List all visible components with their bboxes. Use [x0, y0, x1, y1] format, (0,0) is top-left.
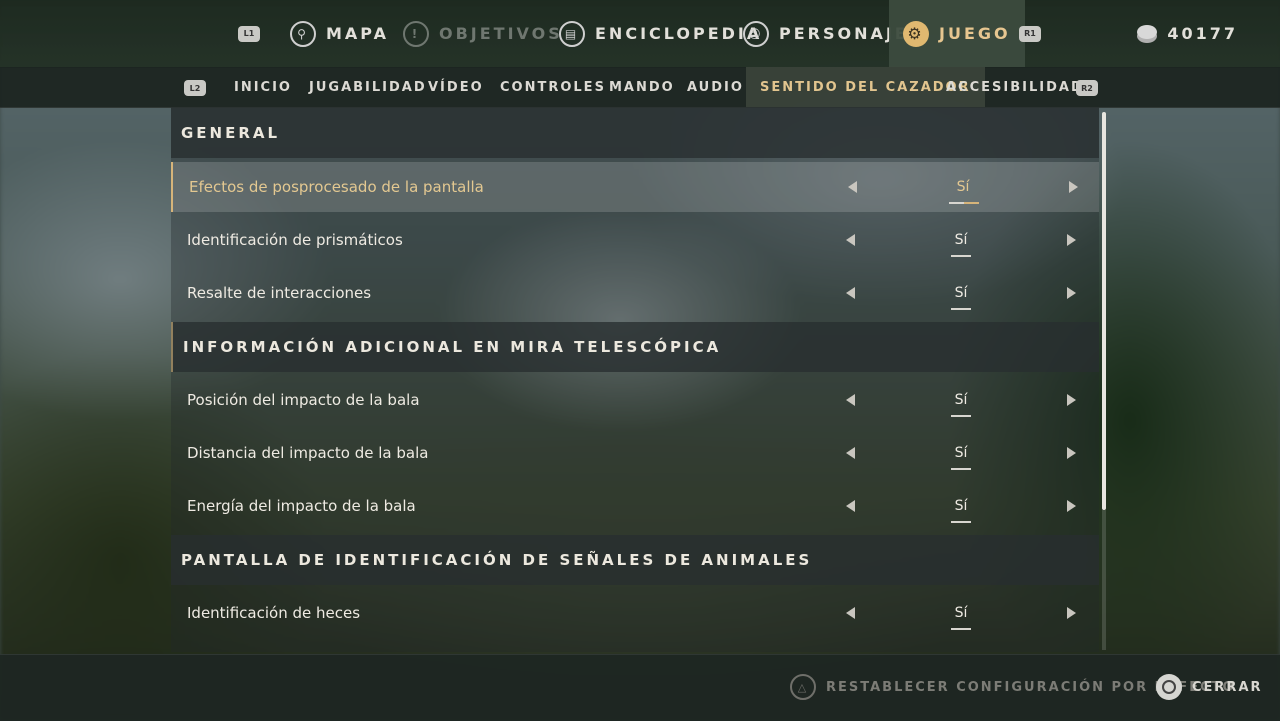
setting-value: Sí: [954, 232, 968, 248]
gear-icon: ⚙: [903, 20, 929, 47]
setting-value: Sí: [954, 445, 968, 461]
map-pin-icon: ⚲: [290, 20, 316, 47]
r1-trigger[interactable]: R1: [1019, 0, 1041, 67]
setting-label: Posición del impacto de la bala: [187, 391, 420, 409]
section-header-mira-telescopica: INFORMACIÓN ADICIONAL EN MIRA TELESCÓPIC…: [171, 322, 1099, 372]
l2-trigger[interactable]: L2: [184, 80, 206, 96]
arrow-right-icon[interactable]: [1067, 394, 1076, 406]
option-indicator: [951, 468, 971, 470]
option-indicator: [951, 255, 971, 257]
top-tab-label: MAPA: [326, 24, 389, 43]
setting-row-heces[interactable]: Identificación de heces Sí: [171, 588, 1099, 638]
arrow-right-icon[interactable]: [1067, 234, 1076, 246]
tab-video[interactable]: VÍDEO: [428, 67, 484, 107]
arrow-right-icon[interactable]: [1069, 181, 1078, 193]
option-indicator: [951, 628, 971, 630]
option-indicator: [951, 415, 971, 417]
arrow-left-icon[interactable]: [846, 394, 855, 406]
scrollbar-track[interactable]: [1102, 510, 1106, 650]
l1-trigger-label: L1: [238, 25, 260, 42]
currency-display: 40177: [1137, 0, 1238, 67]
top-tab-personaje[interactable]: ☺ PERSONAJE: [743, 0, 909, 67]
setting-label: Distancia del impacto de la bala: [187, 444, 429, 462]
tab-controles[interactable]: CONTROLES: [500, 67, 606, 107]
arrow-left-icon[interactable]: [846, 500, 855, 512]
top-tab-label: ENCICLOPEDIA: [595, 24, 763, 43]
arrow-left-icon[interactable]: [846, 287, 855, 299]
setting-label: Identificación de prismáticos: [187, 231, 403, 249]
setting-value: Sí: [954, 285, 968, 301]
setting-label: Identificación de heces: [187, 604, 361, 622]
setting-row-distancia-impacto[interactable]: Distancia del impacto de la bala Sí: [171, 428, 1099, 478]
setting-value: Sí: [954, 392, 968, 408]
exclamation-icon: !: [403, 20, 429, 47]
close-label: CERRAR: [1192, 679, 1263, 695]
arrow-left-icon[interactable]: [848, 181, 857, 193]
arrow-right-icon[interactable]: [1067, 447, 1076, 459]
option-indicator: [951, 308, 971, 310]
circle-button-icon: [1156, 674, 1182, 700]
person-icon: ☺: [743, 20, 769, 47]
scrollbar-thumb[interactable]: [1102, 112, 1106, 510]
setting-value: Sí: [956, 179, 970, 195]
section-header-general: GENERAL: [171, 108, 1099, 158]
r1-trigger-label: R1: [1019, 25, 1041, 42]
tab-inicio[interactable]: INICIO: [234, 67, 292, 107]
arrow-right-icon[interactable]: [1067, 287, 1076, 299]
setting-row-energia-impacto[interactable]: Energía del impacto de la bala Sí: [171, 481, 1099, 531]
book-icon: ▤: [559, 20, 585, 47]
coins-icon: [1137, 24, 1158, 39]
setting-value: Sí: [954, 498, 968, 514]
l1-trigger[interactable]: L1: [238, 0, 260, 67]
top-tab-mapa[interactable]: ⚲ MAPA: [290, 0, 389, 67]
arrow-right-icon[interactable]: [1067, 607, 1076, 619]
arrow-left-icon[interactable]: [846, 234, 855, 246]
option-indicator: [949, 202, 979, 204]
top-tab-enciclopedia[interactable]: ▤ ENCICLOPEDIA: [559, 0, 762, 67]
arrow-left-icon[interactable]: [846, 447, 855, 459]
r2-trigger[interactable]: R2: [1076, 80, 1098, 96]
tab-mando[interactable]: MANDO: [609, 67, 675, 107]
setting-row-prismaticos[interactable]: Identificación de prismáticos Sí: [171, 215, 1099, 265]
top-tab-objetivos[interactable]: ! OBJETIVOS: [403, 0, 563, 67]
currency-amount: 40177: [1167, 24, 1238, 43]
setting-row-posicion-impacto[interactable]: Posición del impacto de la bala Sí: [171, 375, 1099, 425]
top-tab-label: OBJETIVOS: [439, 24, 563, 43]
close-button[interactable]: CERRAR: [1156, 654, 1263, 720]
top-tab-label: JUEGO: [939, 24, 1011, 43]
setting-row-interacciones[interactable]: Resalte de interacciones Sí: [171, 268, 1099, 318]
top-tab-juego[interactable]: ⚙ JUEGO: [889, 0, 1025, 67]
setting-label: Efectos de posprocesado de la pantalla: [189, 178, 484, 196]
arrow-left-icon[interactable]: [846, 607, 855, 619]
setting-row-posprocesado[interactable]: Efectos de posprocesado de la pantalla S…: [171, 162, 1099, 212]
setting-value: Sí: [954, 605, 968, 621]
tab-audio[interactable]: AUDIO: [687, 67, 744, 107]
tab-accesibilidad[interactable]: ACCESIBILIDAD: [946, 67, 1084, 107]
setting-label: Energía del impacto de la bala: [187, 497, 416, 515]
tab-jugabilidad[interactable]: JUGABILIDAD: [309, 67, 427, 107]
option-indicator: [951, 521, 971, 523]
setting-label: Resalte de interacciones: [187, 284, 372, 302]
section-header-senales-animales: PANTALLA DE IDENTIFICACIÓN DE SEÑALES DE…: [171, 535, 1099, 585]
arrow-right-icon[interactable]: [1067, 500, 1076, 512]
triangle-button-icon: △: [790, 674, 816, 700]
